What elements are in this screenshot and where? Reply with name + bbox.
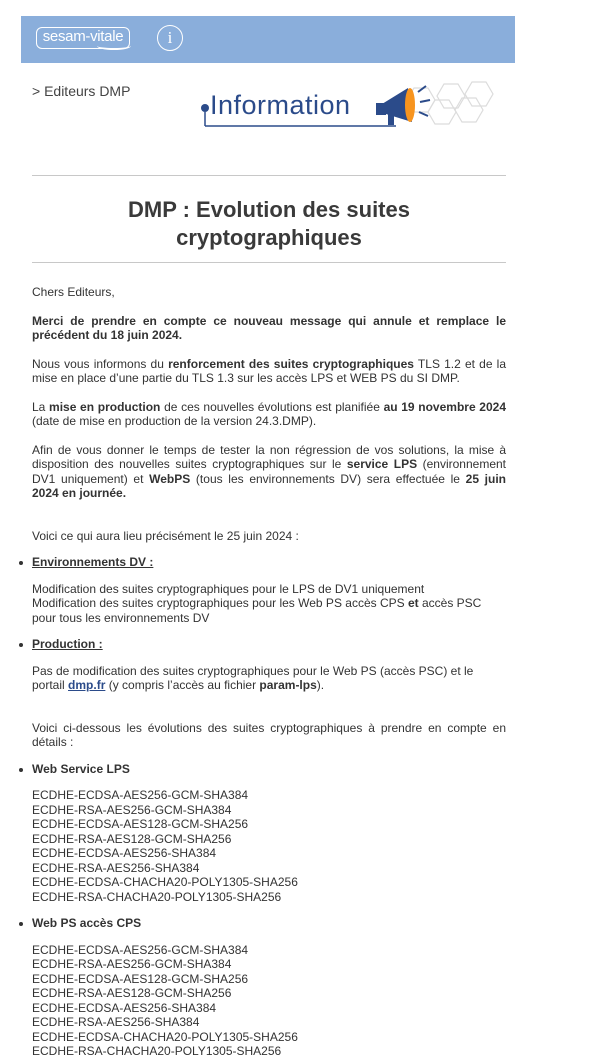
cipher-suite: ECDHE-RSA-CHACHA20-POLY1305-SHA256 xyxy=(32,889,282,904)
bullet-heading: Production : xyxy=(32,637,103,651)
cipher-suite: ECDHE-ECDSA-AES256-GCM-SHA384 xyxy=(32,942,249,957)
page-title: DMP : Evolution des suites cryptographiq… xyxy=(32,196,506,252)
lps-suite-list: ECDHE-ECDSA-AES256-GCM-SHA384 ECDHE-RSA-… xyxy=(32,788,506,904)
cipher-suite: ECDHE-ECDSA-AES256-GCM-SHA384 xyxy=(32,788,249,802)
bullet-web-ps-acces-cps: Web PS accès CPS xyxy=(19,916,506,931)
greeting: Chers Editeurs, xyxy=(32,285,115,299)
cipher-suite: ECDHE-ECDSA-AES128-GCM-SHA256 xyxy=(32,817,249,831)
cipher-suite: ECDHE-RSA-AES128-GCM-SHA256 xyxy=(32,831,232,846)
cipher-suite: ECDHE-ECDSA-AES128-GCM-SHA256 xyxy=(32,971,249,986)
header-banner: sesam-vitale i xyxy=(21,16,515,63)
dv-line-2: Modification des suites cryptographiques… xyxy=(32,596,506,625)
cipher-suite: ECDHE-RSA-AES256-SHA384 xyxy=(32,1015,200,1029)
divider-top xyxy=(32,175,506,176)
intro-paragraph: Merci de prendre en compte ce nouveau me… xyxy=(32,313,506,343)
cipher-suite: ECDHE-RSA-AES256-GCM-SHA384 xyxy=(32,957,232,971)
production-paragraph: Pas de modification des suites cryptogra… xyxy=(32,664,506,693)
paragraph-schedule: Voici ce qui aura lieu précisément le 25… xyxy=(32,528,299,543)
text-bold: param-lps xyxy=(259,678,317,692)
text: (tous les environnements DV) sera effect… xyxy=(190,471,466,486)
text: (y compris l’accès au fichier xyxy=(105,678,260,692)
paragraph-testing: Afin de vous donner le temps de tester l… xyxy=(32,443,506,501)
text-bold: et xyxy=(407,596,419,610)
text: La xyxy=(32,399,50,414)
cps-suite-list: ECDHE-ECDSA-AES256-GCM-SHA384 ECDHE-RSA-… xyxy=(32,943,506,1059)
dmp-fr-link[interactable]: dmp.fr xyxy=(68,678,105,692)
text: Modification des suites cryptographiques… xyxy=(32,596,408,610)
info-icon[interactable]: i xyxy=(157,25,183,51)
text-bold: mise en production xyxy=(49,399,161,414)
dv-line-1: Modification des suites cryptographiques… xyxy=(32,581,425,596)
breadcrumb[interactable]: > Editeurs DMP xyxy=(32,83,130,99)
text-bold: WebPS xyxy=(149,471,191,486)
text-bold: renforcement des suites cryptographiques xyxy=(168,356,414,371)
text-bold: service LPS xyxy=(346,457,418,471)
cipher-suite: ECDHE-ECDSA-AES256-SHA384 xyxy=(32,846,217,860)
cipher-suite: ECDHE-ECDSA-CHACHA20-POLY1305-SHA256 xyxy=(32,875,298,889)
text: Nous vous informons du xyxy=(32,356,169,371)
bullet-environnements-dv: Environnements DV : xyxy=(19,555,506,570)
divider-bottom xyxy=(32,262,506,263)
cipher-suite: ECDHE-RSA-AES256-GCM-SHA384 xyxy=(32,802,232,817)
text: (date de mise en production de la versio… xyxy=(32,414,317,428)
information-banner-graphic: Information xyxy=(196,78,496,133)
cipher-suite: ECDHE-RSA-AES256-SHA384 xyxy=(32,860,200,875)
message-body: Chers Editeurs, Merci de prendre en comp… xyxy=(19,285,506,1059)
bullet-heading: Environnements DV : xyxy=(32,555,154,569)
bullet-production: Production : xyxy=(19,637,506,652)
cipher-suite: ECDHE-ECDSA-CHACHA20-POLY1305-SHA256 xyxy=(32,1029,298,1044)
information-word: Information xyxy=(210,90,351,120)
megaphone-icon xyxy=(376,85,431,125)
cipher-suite: ECDHE-RSA-AES128-GCM-SHA256 xyxy=(32,986,232,1000)
cipher-suite: ECDHE-RSA-CHACHA20-POLY1305-SHA256 xyxy=(32,1044,282,1058)
title-line-1: DMP : Evolution des suites xyxy=(128,197,410,222)
paragraph-details: Voici ci-dessous les évolutions des suit… xyxy=(32,720,506,750)
paragraph-reinforcement: Nous vous informons du renforcement des … xyxy=(32,357,506,386)
text: de ces nouvelles évolutions est planifié… xyxy=(160,399,384,414)
paragraph-production-date: La mise en production de ces nouvelles é… xyxy=(32,400,506,429)
logo-swoosh xyxy=(97,42,131,50)
title-line-2: cryptographiques xyxy=(176,225,362,250)
bullet-web-service-lps: Web Service LPS xyxy=(19,762,506,777)
text: ). xyxy=(316,678,325,692)
cipher-suite: ECDHE-ECDSA-AES256-SHA384 xyxy=(32,1000,217,1015)
text-bold: au 19 novembre 2024 xyxy=(383,399,506,414)
